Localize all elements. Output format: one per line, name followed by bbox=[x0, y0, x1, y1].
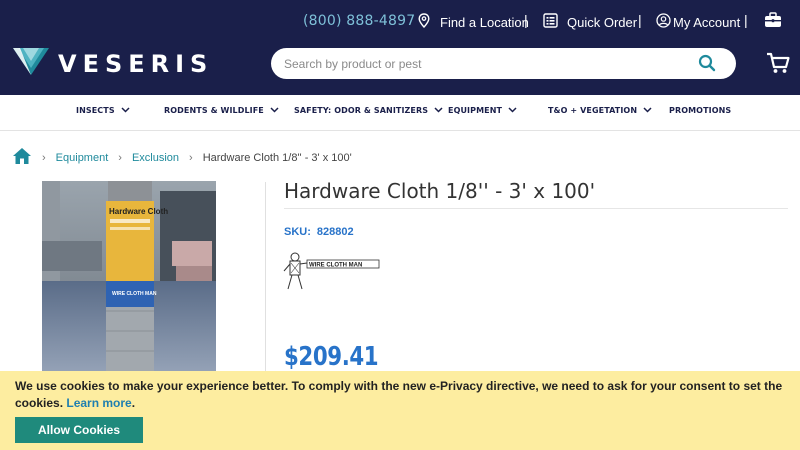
chevron-down-icon bbox=[270, 106, 279, 115]
nav-equipment[interactable]: EQUIPMENT bbox=[448, 106, 517, 115]
chevron-right-icon: › bbox=[118, 151, 122, 164]
separator: | bbox=[744, 12, 748, 28]
main-nav: INSECTS RODENTS & WILDLIFE SAFETY: ODOR … bbox=[0, 95, 800, 131]
chevron-right-icon: › bbox=[189, 151, 193, 164]
quick-order-label: Quick Order bbox=[567, 14, 638, 30]
divider bbox=[265, 182, 266, 382]
breadcrumb: › Equipment › Exclusion › Hardware Cloth… bbox=[12, 147, 352, 168]
account-icon bbox=[656, 13, 671, 31]
cart-icon[interactable] bbox=[766, 52, 790, 79]
nav-label: SAFETY: ODOR & SANITIZERS bbox=[294, 106, 429, 115]
nav-label: PROMOTIONS bbox=[669, 106, 732, 115]
find-location-label: Find a Location bbox=[440, 14, 529, 30]
cookie-period: . bbox=[131, 396, 136, 410]
nav-promotions[interactable]: PROMOTIONS bbox=[669, 106, 731, 115]
sku: SKU: 828802 bbox=[284, 226, 354, 238]
my-account-label: My Account bbox=[673, 14, 741, 30]
brand-logo[interactable]: WIRE CLOTH MAN bbox=[283, 251, 383, 298]
brand-text: WIRE CLOTH MAN bbox=[309, 263, 362, 269]
search-input[interactable] bbox=[271, 48, 671, 79]
nav-label: EQUIPMENT bbox=[448, 106, 503, 115]
breadcrumb-exclusion[interactable]: Exclusion bbox=[132, 152, 179, 164]
nav-rodents-wildlife[interactable]: RODENTS & WILDLIFE bbox=[164, 106, 279, 115]
nav-label: RODENTS & WILDLIFE bbox=[164, 106, 264, 115]
product-price: $209.41 bbox=[284, 342, 379, 372]
separator: | bbox=[524, 12, 528, 28]
veseris-logo[interactable]: VESERIS bbox=[12, 46, 213, 81]
quick-order-icon bbox=[543, 13, 558, 31]
phone-link[interactable]: (800) 888-4897 bbox=[303, 13, 415, 29]
product-image[interactable]: Hardware Cloth WIRE CLOTH MAN bbox=[42, 181, 216, 381]
nav-label: INSECTS bbox=[76, 106, 115, 115]
briefcase-icon[interactable] bbox=[764, 12, 782, 33]
location-pin-icon bbox=[418, 13, 430, 31]
separator: | bbox=[638, 12, 642, 28]
product-title: Hardware Cloth 1/8'' - 3' x 100' bbox=[284, 179, 596, 203]
allow-cookies-button[interactable]: Allow Cookies bbox=[15, 417, 143, 443]
breadcrumb-current: Hardware Cloth 1/8'' - 3' x 100' bbox=[202, 151, 352, 164]
site-header: (800) 888-4897 Find a Location | Quick O… bbox=[0, 0, 800, 95]
nav-label: T&O + VEGETATION bbox=[548, 106, 638, 115]
breadcrumb-equipment[interactable]: Equipment bbox=[56, 152, 109, 164]
chevron-down-icon bbox=[643, 106, 652, 115]
learn-more-link[interactable]: Learn more bbox=[66, 396, 131, 410]
find-location-link[interactable]: Find a Location bbox=[418, 13, 529, 31]
search-icon[interactable] bbox=[698, 54, 716, 77]
cookie-message: We use cookies to make your experience b… bbox=[15, 378, 785, 412]
cookie-banner: We use cookies to make your experience b… bbox=[0, 371, 800, 450]
nav-insects[interactable]: INSECTS bbox=[76, 106, 130, 115]
logo-mark-icon bbox=[12, 46, 50, 81]
chevron-right-icon: › bbox=[42, 151, 46, 164]
quick-order-link[interactable]: Quick Order bbox=[543, 13, 637, 31]
home-icon[interactable] bbox=[12, 147, 32, 168]
search-bar bbox=[271, 48, 736, 79]
chevron-down-icon bbox=[434, 106, 443, 115]
product-label-text-2: WIRE CLOTH MAN bbox=[112, 291, 157, 297]
divider bbox=[284, 208, 788, 209]
logo-text: VESERIS bbox=[58, 49, 214, 78]
chevron-down-icon bbox=[121, 106, 130, 115]
sku-label: SKU: bbox=[284, 226, 311, 238]
sku-value: 828802 bbox=[316, 226, 354, 238]
chevron-down-icon bbox=[508, 106, 517, 115]
nav-safety-odor-sanitizers[interactable]: SAFETY: ODOR & SANITIZERS bbox=[294, 106, 443, 115]
my-account-link[interactable]: My Account bbox=[656, 13, 740, 31]
product-label-text: Hardware Cloth bbox=[109, 207, 168, 216]
nav-to-vegetation[interactable]: T&O + VEGETATION bbox=[548, 106, 652, 115]
